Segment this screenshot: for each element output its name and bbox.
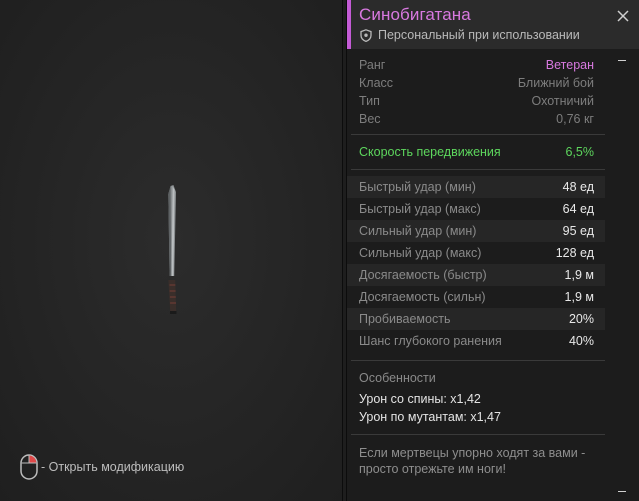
feature-line: Урон по мутантам: x1,47 (359, 410, 501, 424)
shield-icon (360, 28, 372, 42)
weapon-model-image (167, 185, 177, 314)
bonus-section: Скорость передвижения 6,5% (347, 135, 605, 169)
scrollbar[interactable] (605, 49, 639, 501)
property-row: Ранг Ветеран (347, 54, 605, 76)
stat-value: 1,9 м (564, 290, 594, 304)
bonus-value: 6,5% (565, 145, 595, 159)
feature-line: Урон со спины: x1,42 (359, 392, 481, 406)
stat-value: 20% (568, 312, 594, 326)
stat-value: 48 ед (562, 180, 594, 194)
stat-row: Шанс глубокого ранения 40% (347, 330, 605, 352)
stat-row: Быстрый удар (мин) 48 ед (347, 176, 605, 198)
property-value: Охотничий (531, 94, 594, 108)
item-header: Синобигатана Персональный при использова… (347, 0, 639, 49)
hint-label: - Открыть модификацию (41, 460, 185, 474)
stat-row: Досягаемость (сильн) 1,9 м (347, 286, 605, 308)
features-section: Особенности Урон со спины: x1,42 Урон по… (347, 361, 605, 426)
bonus-row: Скорость передвижения 6,5% (347, 141, 605, 163)
item-description: Если мертвецы упорно ходят за вами - про… (347, 435, 605, 487)
bonus-label: Скорость передвижения (359, 145, 501, 159)
stat-row: Сильный удар (макс) 128 ед (347, 242, 605, 264)
stat-row: Пробиваемость 20% (347, 308, 605, 330)
close-icon[interactable] (616, 9, 630, 23)
property-label: Тип (359, 94, 380, 108)
scrollbar-top-marker (618, 60, 626, 61)
stat-label: Досягаемость (сильн) (359, 290, 486, 304)
stat-label: Сильный удар (мин) (359, 224, 477, 238)
features-heading: Особенности (359, 371, 436, 385)
stat-label: Досягаемость (быстр) (359, 268, 487, 282)
open-modification-hint[interactable]: - Открыть модификацию (20, 454, 184, 480)
scrollbar-track[interactable] (605, 49, 639, 501)
binding-status: Персональный при использовании (360, 28, 580, 42)
stat-value: 40% (568, 334, 594, 348)
item-info-panel: Синобигатана Персональный при использова… (347, 0, 639, 501)
property-value: 0,76 кг (556, 112, 594, 126)
stat-value: 128 ед (555, 246, 594, 260)
mouse-right-click-icon (20, 454, 38, 480)
property-row: Тип Охотничий (347, 94, 605, 112)
property-label: Класс (359, 76, 394, 90)
property-row: Класс Ближний бой (347, 76, 605, 94)
property-label: Вес (359, 112, 381, 126)
item-preview-panel[interactable]: - Открыть модификацию (0, 0, 342, 501)
scrollbar-bottom-marker (618, 491, 626, 492)
basic-properties: Ранг Ветеран Класс Ближний бой Тип Охотн… (347, 49, 605, 132)
binding-label: Персональный при использовании (378, 28, 580, 42)
stat-label: Пробиваемость (359, 312, 451, 326)
item-properties: Ранг Ветеран Класс Ближний бой Тип Охотн… (347, 49, 605, 487)
damage-stats: Быстрый удар (мин) 48 ед Быстрый удар (м… (347, 170, 605, 352)
stat-row: Сильный удар (мин) 95 ед (347, 220, 605, 242)
stat-row: Досягаемость (быстр) 1,9 м (347, 264, 605, 286)
stat-label: Быстрый удар (мин) (359, 180, 476, 194)
property-row: Вес 0,76 кг (347, 112, 605, 132)
property-value: Ближний бой (517, 76, 594, 90)
stat-value: 95 ед (562, 224, 594, 238)
item-title: Синобигатана (359, 5, 471, 24)
description-line: Если мертвецы упорно ходят за вами - (359, 446, 586, 460)
stat-label: Быстрый удар (макс) (359, 202, 481, 216)
description-line: просто отрежьте им ноги! (359, 462, 506, 476)
stat-value: 1,9 м (564, 268, 594, 282)
stat-value: 64 ед (562, 202, 594, 216)
property-label: Ранг (359, 58, 386, 72)
stat-row: Быстрый удар (макс) 64 ед (347, 198, 605, 220)
stat-label: Сильный удар (макс) (359, 246, 482, 260)
rank-value: Ветеран (545, 58, 594, 72)
stat-label: Шанс глубокого ранения (359, 334, 502, 348)
